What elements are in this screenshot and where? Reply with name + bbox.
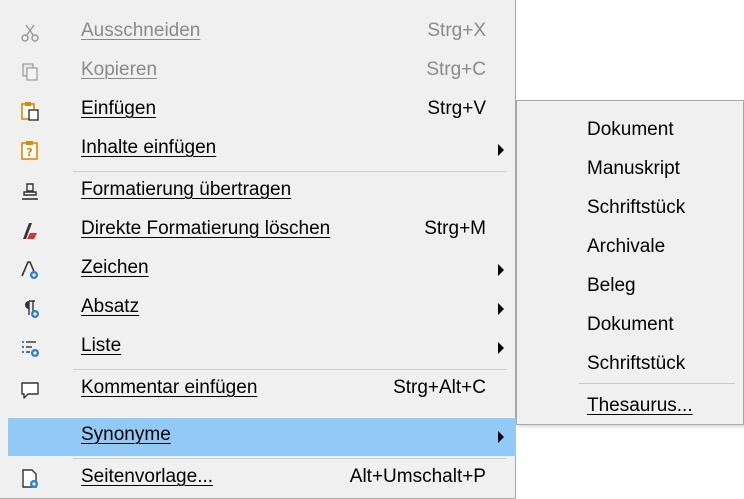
synonym-item[interactable]: Beleg (587, 275, 636, 297)
comment-icon (21, 382, 39, 399)
menu-item-label: Einfügen (81, 98, 157, 119)
menu-item-label: Absatz (81, 296, 140, 317)
menu-item-cut[interactable]: Ausschneiden Strg+X (8, 14, 516, 52)
submenu-arrow-icon (498, 303, 504, 315)
menu-item-label: Formatierung übertragen (81, 179, 292, 200)
menu-item-shortcut: Strg+X (427, 20, 486, 41)
separator (73, 171, 507, 172)
paragraph-icon (25, 300, 39, 318)
scissors-icon (21, 24, 39, 42)
menu-item-label: Kopieren (81, 59, 158, 80)
menu-item-label: Zeichen (81, 257, 149, 278)
menu-item-shortcut: Strg+C (426, 59, 486, 80)
character-icon (21, 261, 38, 279)
menu-item-shortcut: Strg+M (424, 218, 486, 239)
synonym-item[interactable]: Manuskript (587, 158, 680, 180)
clear-formatting-icon (23, 223, 37, 239)
paste-icon (21, 102, 39, 121)
separator (73, 369, 507, 370)
synonym-item[interactable]: Schriftstück (587, 353, 685, 375)
menu-item-synonyms[interactable]: Synonyme (8, 418, 516, 456)
menu-item-label: Ausschneiden (81, 20, 201, 41)
separator (579, 383, 735, 384)
synonym-item[interactable]: Archivale (587, 236, 665, 258)
page-style-icon (22, 469, 38, 488)
submenu-arrow-icon (498, 431, 504, 443)
clone-formatting-icon (22, 183, 38, 200)
thesaurus-item[interactable]: Thesaurus... (587, 395, 693, 417)
menu-item-clear-formatting[interactable]: Direkte Formatierung löschen Strg+M (8, 212, 516, 250)
menu-item-clone-formatting[interactable]: Formatierung übertragen (8, 173, 516, 211)
paste-special-icon: ? (21, 141, 38, 160)
menu-item-paste[interactable]: Einfügen Strg+V (8, 92, 516, 130)
synonym-item[interactable]: Schriftstück (587, 197, 685, 219)
menu-item-label: Synonyme (81, 424, 171, 445)
menu-item-paragraph[interactable]: Absatz (8, 290, 516, 328)
list-icon (22, 341, 39, 357)
menu-item-label: Direkte Formatierung löschen (81, 218, 331, 239)
menu-item-label: Inhalte einfügen (81, 137, 217, 158)
menu-item-shortcut: Alt+Umschalt+P (349, 466, 486, 487)
submenu-arrow-icon (498, 264, 504, 276)
menu-item-insert-comment[interactable]: Kommentar einfügen Strg+Alt+C (8, 371, 516, 409)
svg-text:?: ? (26, 146, 32, 159)
menu-item-shortcut: Strg+V (427, 98, 486, 119)
menu-item-page-style[interactable]: Seitenvorlage... Alt+Umschalt+P (8, 460, 516, 498)
menu-item-list[interactable]: Liste (8, 329, 516, 367)
separator (73, 458, 507, 459)
context-menu: Ausschneiden Strg+X Kopieren Strg+C Einf… (0, 0, 516, 499)
menu-item-label: Liste (81, 335, 122, 356)
submenu-arrow-icon (498, 144, 504, 156)
menu-item-label: Seitenvorlage... (81, 466, 214, 487)
synonyms-submenu: Dokument Manuskript Schriftstück Archiva… (516, 100, 744, 425)
menu-item-copy[interactable]: Kopieren Strg+C (8, 53, 516, 91)
synonym-item[interactable]: Dokument (587, 314, 674, 336)
menu-item-paste-special[interactable]: ? Inhalte einfügen (8, 131, 516, 169)
menu-item-shortcut: Strg+Alt+C (393, 377, 486, 398)
copy-icon (22, 63, 38, 81)
submenu-arrow-icon (498, 342, 504, 354)
menu-item-character[interactable]: Zeichen (8, 251, 516, 289)
synonym-item[interactable]: Dokument (587, 119, 674, 141)
menu-item-label: Kommentar einfügen (81, 377, 258, 398)
